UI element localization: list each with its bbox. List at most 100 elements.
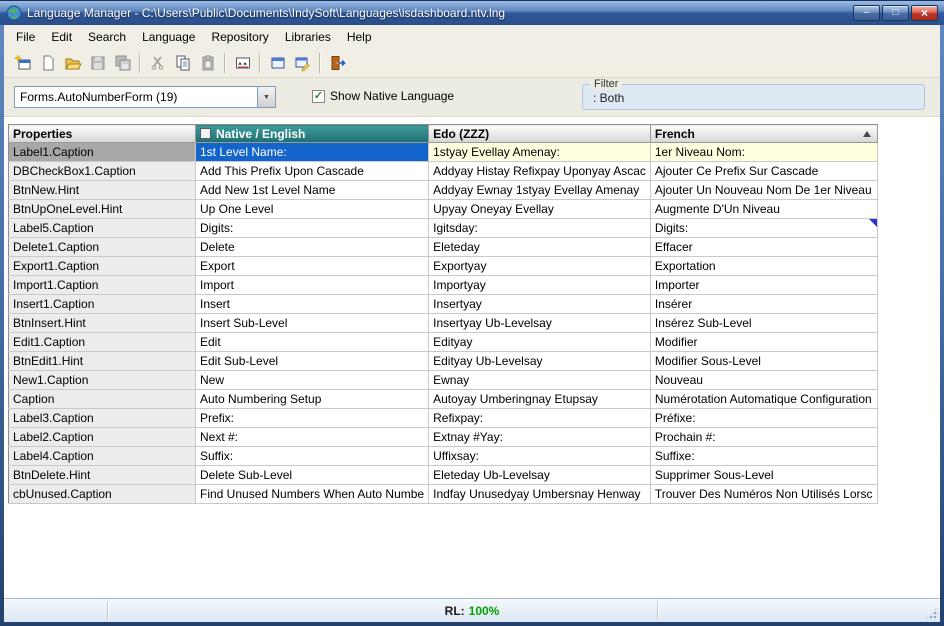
table-row[interactable]: Import1.Caption Import Importyay Importe… [9, 276, 878, 295]
cell-edo[interactable]: Importyay [429, 276, 651, 295]
cell-native[interactable]: Find Unused Numbers When Auto Numbe [196, 485, 429, 504]
cell-french[interactable]: Importer [650, 276, 877, 295]
form-selector-value[interactable]: Forms.AutoNumberForm (19) [15, 87, 257, 107]
cell-french[interactable]: Ajouter Un Nouveau Nom De 1er Niveau [650, 181, 877, 200]
cell-native[interactable]: Delete Sub-Level [196, 466, 429, 485]
cut-button[interactable] [145, 51, 170, 76]
title-bar[interactable]: Language Manager - C:\Users\Public\Docum… [0, 0, 944, 25]
cell-native[interactable]: Edit [196, 333, 429, 352]
cell-french[interactable]: Effacer [650, 238, 877, 257]
table-row[interactable]: New1.Caption New Ewnay Nouveau [9, 371, 878, 390]
column-header-edo[interactable]: Edo (ZZZ) [429, 125, 651, 143]
menu-repository[interactable]: Repository [203, 26, 276, 48]
paste-button[interactable] [195, 51, 220, 76]
dictionary-button[interactable] [230, 51, 255, 76]
cell-native[interactable]: Insert Sub-Level [196, 314, 429, 333]
cell-property[interactable]: Import1.Caption [9, 276, 196, 295]
cell-edo[interactable]: Indfay Unusedyay Umbersnay Henway [429, 485, 651, 504]
cell-french[interactable]: Numérotation Automatique Configuration [650, 390, 877, 409]
cell-property[interactable]: Export1.Caption [9, 257, 196, 276]
cell-edo[interactable]: Refixpay: [429, 409, 651, 428]
cell-edo[interactable]: Eleteday [429, 238, 651, 257]
cell-edo[interactable]: Addyay Histay Refixpay Uponyay Ascac [429, 162, 651, 181]
menu-libraries[interactable]: Libraries [277, 26, 339, 48]
cell-property[interactable]: Edit1.Caption [9, 333, 196, 352]
table-row[interactable]: Delete1.Caption Delete Eleteday Effacer [9, 238, 878, 257]
cell-edo[interactable]: Autoyay Umberingnay Etupsay [429, 390, 651, 409]
checkbox-check-icon[interactable]: ✓ [312, 90, 325, 103]
cell-french[interactable]: Insérer [650, 295, 877, 314]
table-row[interactable]: BtnUpOneLevel.Hint Up One Level Upyay On… [9, 200, 878, 219]
cell-edo[interactable]: Insertyay [429, 295, 651, 314]
cell-property[interactable]: Insert1.Caption [9, 295, 196, 314]
chevron-down-icon[interactable]: ▼ [257, 87, 275, 107]
cell-french[interactable]: Supprimer Sous-Level [650, 466, 877, 485]
cell-native[interactable]: Insert [196, 295, 429, 314]
table-row[interactable]: Label5.Caption Digits: Igitsday: Digits: [9, 219, 878, 238]
show-native-checkbox[interactable]: ✓ Show Native Language [312, 89, 454, 103]
cell-native[interactable]: Export [196, 257, 429, 276]
table-row[interactable]: Export1.Caption Export Exportyay Exporta… [9, 257, 878, 276]
cell-french[interactable]: Prochain #: [650, 428, 877, 447]
cell-edo[interactable]: Eleteday Ub-Levelsay [429, 466, 651, 485]
cell-native[interactable]: New [196, 371, 429, 390]
cell-french[interactable]: Ajouter Ce Prefix Sur Cascade [650, 162, 877, 181]
cell-property[interactable]: Caption [9, 390, 196, 409]
cell-native[interactable]: Delete [196, 238, 429, 257]
menu-help[interactable]: Help [339, 26, 380, 48]
table-row[interactable]: Label3.Caption Prefix: Refixpay: Préfixe… [9, 409, 878, 428]
table-row[interactable]: DBCheckBox1.Caption Add This Prefix Upon… [9, 162, 878, 181]
cell-property[interactable]: Label2.Caption [9, 428, 196, 447]
cell-edo[interactable]: Ewnay [429, 371, 651, 390]
cell-property[interactable]: Label1.Caption [9, 143, 196, 162]
cell-native[interactable]: Import [196, 276, 429, 295]
table-row[interactable]: BtnDelete.Hint Delete Sub-Level Eleteday… [9, 466, 878, 485]
resize-grip-icon[interactable] [925, 607, 938, 620]
cell-edo[interactable]: 1styay Evellay Amenay: [429, 143, 651, 162]
maximize-button[interactable]: □ [882, 5, 909, 21]
table-row[interactable]: Edit1.Caption Edit Edityay Modifier [9, 333, 878, 352]
menu-edit[interactable]: Edit [43, 26, 80, 48]
cell-property[interactable]: Label3.Caption [9, 409, 196, 428]
column-header-properties[interactable]: Properties [9, 125, 196, 143]
cell-native[interactable]: Add This Prefix Upon Cascade [196, 162, 429, 181]
cell-edo[interactable]: Edityay [429, 333, 651, 352]
cell-property[interactable]: DBCheckBox1.Caption [9, 162, 196, 181]
cell-french[interactable]: Digits: [650, 219, 877, 238]
copy-button[interactable] [170, 51, 195, 76]
open-button[interactable] [60, 51, 85, 76]
new-file-button[interactable] [35, 51, 60, 76]
cell-property[interactable]: BtnDelete.Hint [9, 466, 196, 485]
cell-edo[interactable]: Igitsday: [429, 219, 651, 238]
cell-french[interactable]: Augmente D'Un Niveau [650, 200, 877, 219]
cell-native[interactable]: Prefix: [196, 409, 429, 428]
cell-french[interactable]: Modifier Sous-Level [650, 352, 877, 371]
cell-native[interactable]: Edit Sub-Level [196, 352, 429, 371]
cell-french[interactable]: Nouveau [650, 371, 877, 390]
cell-property[interactable]: BtnEdit1.Hint [9, 352, 196, 371]
table-row[interactable]: BtnInsert.Hint Insert Sub-Level Insertya… [9, 314, 878, 333]
cell-french[interactable]: Exportation [650, 257, 877, 276]
cell-edo[interactable]: Extnay #Yay: [429, 428, 651, 447]
cell-property[interactable]: Delete1.Caption [9, 238, 196, 257]
new-language-button[interactable] [10, 51, 35, 76]
cell-property[interactable]: BtnNew.Hint [9, 181, 196, 200]
cell-edo[interactable]: Addyay Ewnay 1styay Evellay Amenay [429, 181, 651, 200]
cell-edo[interactable]: Upyay Oneyay Evellay [429, 200, 651, 219]
table-row[interactable]: BtnNew.Hint Add New 1st Level Name Addya… [9, 181, 878, 200]
table-row[interactable]: Insert1.Caption Insert Insertyay Insérer [9, 295, 878, 314]
cell-native[interactable]: 1st Level Name: [196, 143, 429, 162]
menu-search[interactable]: Search [80, 26, 134, 48]
cell-edo[interactable]: Edityay Ub-Levelsay [429, 352, 651, 371]
close-button[interactable]: × [911, 5, 938, 21]
cell-property[interactable]: Label5.Caption [9, 219, 196, 238]
cell-property[interactable]: Label4.Caption [9, 447, 196, 466]
cell-native[interactable]: Add New 1st Level Name [196, 181, 429, 200]
cell-french[interactable]: Préfixe: [650, 409, 877, 428]
cell-property[interactable]: BtnInsert.Hint [9, 314, 196, 333]
column-header-native[interactable]: Native / English [196, 125, 429, 143]
cell-property[interactable]: BtnUpOneLevel.Hint [9, 200, 196, 219]
exit-button[interactable] [325, 51, 350, 76]
cell-french[interactable]: Insérez Sub-Level [650, 314, 877, 333]
table-row[interactable]: Label2.Caption Next #: Extnay #Yay: Proc… [9, 428, 878, 447]
